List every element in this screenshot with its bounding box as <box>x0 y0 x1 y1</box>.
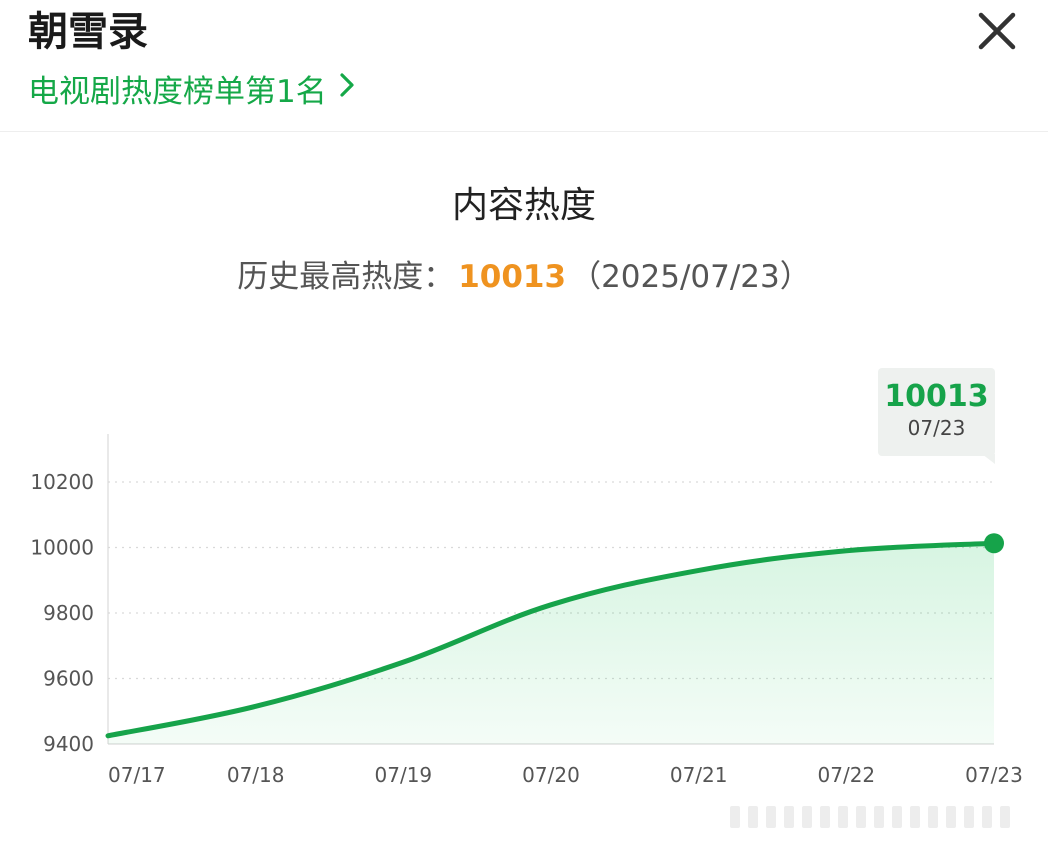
y-tick-label: 9600 <box>43 667 94 691</box>
y-tick-label: 10000 <box>30 536 94 560</box>
tooltip-date: 07/23 <box>907 416 966 440</box>
x-tick-label: 07/17 <box>108 763 166 787</box>
y-tick-label: 9800 <box>43 601 94 625</box>
tooltip-pointer <box>982 454 995 464</box>
y-tick-label: 10200 <box>30 470 94 494</box>
y-tick-label: 9400 <box>43 732 94 756</box>
highlight-point <box>984 533 1004 554</box>
watermark-bars <box>730 806 1030 828</box>
x-tick-label: 07/19 <box>375 763 433 787</box>
tooltip: 10013 07/23 <box>878 368 995 456</box>
x-tick-label: 07/21 <box>670 763 728 787</box>
tooltip-value: 10013 <box>884 379 989 414</box>
heat-detail-page: 朝雪录 电视剧热度榜单第1名 内容热度 历史最高热度： 10013 （2025/07… <box>0 0 1048 843</box>
x-tick-label: 07/22 <box>818 763 876 787</box>
x-tick-label: 07/18 <box>227 763 285 787</box>
x-tick-label: 07/23 <box>965 763 1023 787</box>
x-tick-label: 07/20 <box>522 763 580 787</box>
series-area <box>108 543 994 744</box>
